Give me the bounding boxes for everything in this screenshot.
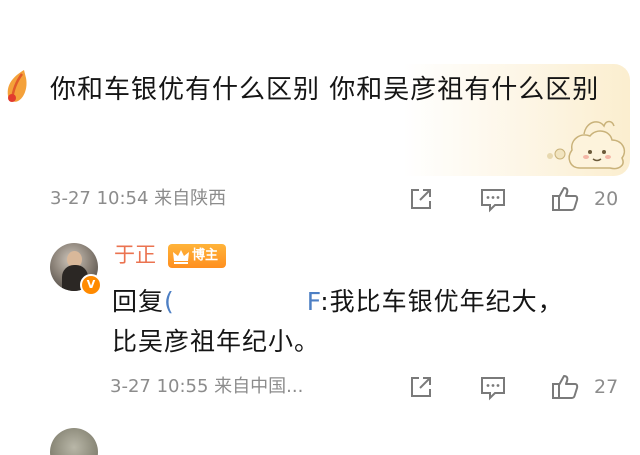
reply-line-1: 回复( F:我比车银优年纪大， [112, 282, 612, 322]
mention-link-close[interactable]: F [307, 287, 320, 316]
reply-prefix: 回复 [112, 287, 165, 316]
sticker-image [547, 120, 626, 170]
crown-icon [173, 250, 189, 264]
comment-time-location: 3-27 10:54 来自陕西 [50, 188, 227, 209]
leaf-badge-icon [7, 70, 27, 102]
host-badge: 博主 [168, 244, 226, 268]
like-count: 27 [594, 376, 619, 398]
comment-meta-row: 3-27 10:54 来自陕西 20 [50, 184, 630, 214]
reply-line-2: 比吴彦祖年纪小。 [112, 327, 321, 356]
comment-text: 你和车银优有什么区别 你和吴彦祖有什么区别 [50, 75, 600, 105]
comment-icon[interactable] [478, 372, 508, 402]
reply-meta-row: 3-27 10:55 来自中国... 27 [110, 372, 630, 402]
share-icon[interactable] [406, 184, 436, 214]
thumbs-up-icon[interactable] [550, 184, 580, 214]
share-icon[interactable] [406, 372, 436, 402]
reply-line-1-rest: :我比车银优年纪大， [320, 287, 564, 316]
reply-time-location: 3-27 10:55 来自中国... [110, 376, 304, 397]
weibo-comment-thread: 你和车银优有什么区别 你和吴彦祖有什么区别 3-27 10:54 来自陕西 20 [0, 0, 640, 455]
reply-text: 回复( F:我比车银优年纪大， 比吴彦祖年纪小。 [112, 282, 612, 362]
comment-icon[interactable] [478, 184, 508, 214]
host-badge-label: 博主 [192, 248, 219, 263]
thumbs-up-icon[interactable] [550, 372, 580, 402]
mention-link-open[interactable]: ( [164, 287, 175, 316]
reply-username[interactable]: 于正 [114, 240, 156, 270]
like-count: 20 [594, 188, 619, 210]
verified-badge-icon: V [80, 274, 102, 296]
next-comment-avatar[interactable] [50, 428, 98, 455]
